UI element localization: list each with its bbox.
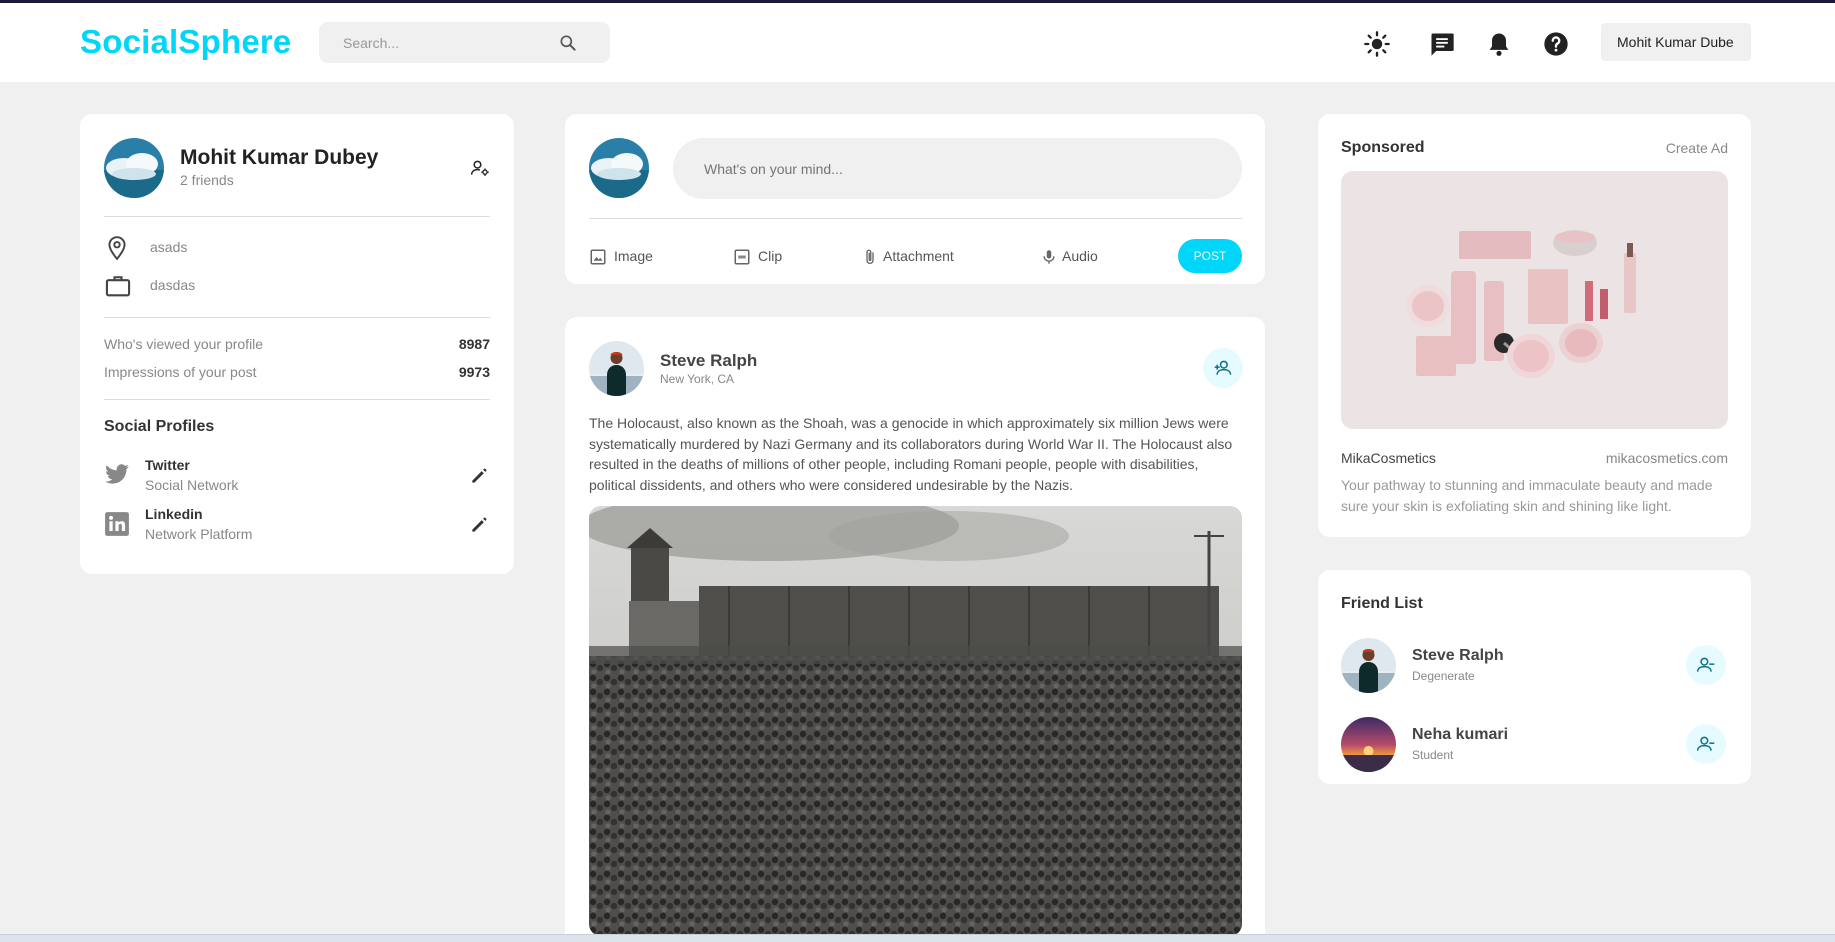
user-menu-name: Mohit Kumar Dube (1617, 34, 1734, 50)
microphone-icon (1043, 250, 1055, 264)
person-remove-icon (1696, 736, 1715, 751)
friend-subtitle: Degenerate (1412, 669, 1475, 683)
person-add-icon (1214, 360, 1232, 375)
divider (104, 216, 490, 217)
clip-label: Clip (758, 248, 783, 264)
audio-label: Audio (1062, 248, 1098, 264)
message-icon[interactable] (1428, 30, 1456, 58)
twitter-label[interactable]: Twitter (145, 457, 190, 473)
ad-brand: MikaCosmetics (1341, 450, 1436, 466)
friend-list-card: Friend List Steve Ralph Degenerate Neha … (1318, 570, 1751, 784)
search-input[interactable] (343, 22, 563, 63)
friend-subtitle: Student (1412, 748, 1454, 762)
divider (104, 399, 490, 400)
sponsored-title: Sponsored (1341, 139, 1425, 156)
avatar[interactable] (1341, 638, 1396, 693)
manage-account-icon[interactable] (470, 158, 490, 178)
post-button[interactable]: POST (1178, 239, 1242, 273)
post-description: The Holocaust, also known as the Shoah, … (589, 413, 1249, 495)
location-text: asads (150, 239, 188, 255)
avatar[interactable] (1341, 717, 1396, 772)
friend-name[interactable]: Neha kumari (1412, 726, 1508, 744)
taskbar-edge (0, 934, 1835, 942)
profile-card: Mohit Kumar Dubey 2 friends asads dasdas… (80, 114, 514, 574)
edit-icon[interactable] (469, 515, 489, 535)
avatar[interactable] (589, 138, 649, 198)
divider (104, 317, 490, 318)
help-icon[interactable] (1542, 30, 1570, 58)
search-icon[interactable] (558, 33, 578, 53)
post-card: Steve Ralph New York, CA The Holocaust, … (565, 317, 1265, 942)
image-label: Image (614, 248, 653, 264)
friend-name[interactable]: Steve Ralph (1412, 647, 1504, 665)
user-menu-select[interactable]: Mohit Kumar Dube (1601, 23, 1751, 61)
attachment-button[interactable]: Attachment (861, 246, 971, 268)
gif-icon (734, 249, 750, 265)
ad-site[interactable]: mikacosmetics.com (1606, 450, 1728, 466)
sponsored-card: Sponsored Create Ad MikaCosmetics mikaco… (1318, 114, 1751, 537)
twitter-type: Social Network (145, 477, 239, 493)
friends-count: 2 friends (180, 172, 234, 188)
profile-name[interactable]: Mohit Kumar Dubey (180, 146, 378, 170)
location-icon (108, 236, 126, 261)
post-image[interactable] (589, 506, 1242, 936)
remove-friend-button[interactable] (1686, 724, 1726, 764)
ad-description-line: sure your skin is exfoliating skin and s… (1341, 498, 1672, 514)
post-text-line: The Holocaust, also known as the Shoah, … (589, 415, 1229, 431)
occupation-text: dasdas (150, 277, 196, 293)
attachment-label: Attachment (883, 248, 954, 264)
social-profiles-title: Social Profiles (104, 418, 215, 435)
audio-button[interactable]: Audio (1040, 246, 1110, 268)
ad-description-line: Your pathway to stunning and immaculate … (1341, 477, 1713, 493)
app-logo[interactable]: SocialSphere (80, 23, 292, 61)
post-text-line: systematically murdered by Nazi Germany … (589, 435, 1233, 452)
impressions-value: 9973 (458, 364, 490, 380)
friend-list-title: Friend List (1341, 595, 1423, 612)
image-icon (590, 249, 606, 265)
linkedin-type: Network Platform (145, 526, 253, 542)
post-author[interactable]: Steve Ralph (660, 351, 757, 371)
attachment-icon (866, 249, 874, 264)
post-input[interactable] (673, 138, 1242, 199)
briefcase-icon (105, 276, 131, 297)
avatar[interactable] (589, 341, 644, 396)
profile-views-label: Who's viewed your profile (104, 336, 264, 352)
navbar: SocialSphere Mohit Kumar Dube (0, 3, 1835, 82)
composer-card: Image Clip Attachment Audio POST (565, 114, 1265, 284)
linkedin-icon (105, 512, 129, 536)
add-friend-button[interactable] (1203, 348, 1243, 388)
search-box[interactable] (319, 22, 610, 63)
post-text-line: political dissidents, and others who wer… (589, 476, 1074, 493)
divider (589, 218, 1242, 219)
ad-image[interactable] (1341, 171, 1728, 429)
ad-description: Your pathway to stunning and immaculate … (1341, 475, 1731, 517)
twitter-icon (105, 464, 129, 484)
clip-button[interactable]: Clip (733, 246, 793, 268)
remove-friend-button[interactable] (1686, 645, 1726, 685)
bell-icon[interactable] (1485, 30, 1513, 58)
post-text-line: resulted in the deaths of millions of ot… (589, 456, 1199, 472)
sun-icon[interactable] (1363, 30, 1391, 58)
create-ad-link[interactable]: Create Ad (1666, 140, 1728, 156)
post-location: New York, CA (660, 372, 735, 386)
profile-views-value: 8987 (458, 336, 490, 352)
person-remove-icon (1696, 657, 1715, 672)
impressions-label: Impressions of your post (104, 364, 257, 380)
linkedin-label[interactable]: Linkedin (145, 506, 203, 522)
avatar[interactable] (104, 138, 164, 198)
edit-icon[interactable] (469, 466, 489, 486)
